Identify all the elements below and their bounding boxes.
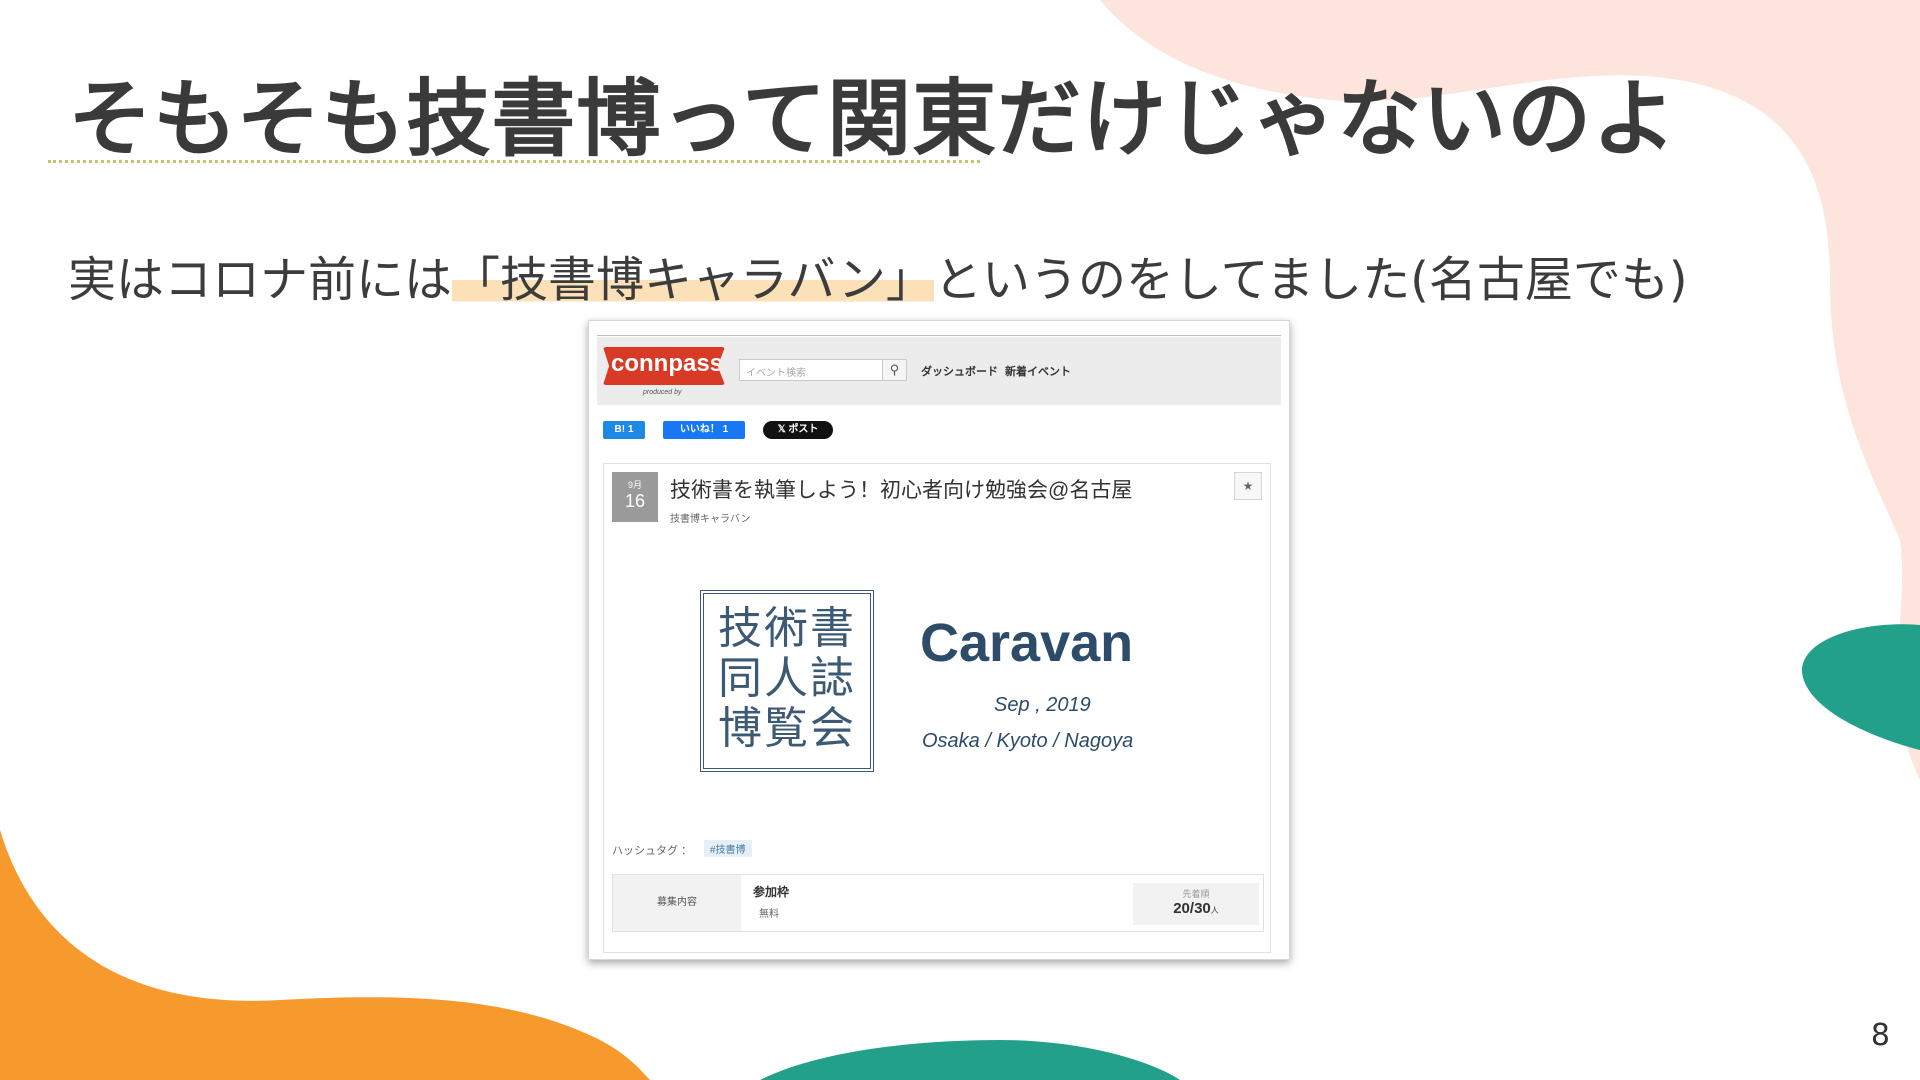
subtitle-post: というのをしてました(名古屋でも) [933,252,1688,308]
search-button[interactable]: ⚲ [883,359,907,381]
title-divider [48,160,980,163]
search-input[interactable]: イベント検索 [739,359,883,381]
event-date-badge: 9月 16 [612,472,658,522]
site-header: connpass produced by イベント検索 ⚲ ダッシュボード 新着… [597,337,1281,405]
bookmark-star-button[interactable]: ★ [1234,472,1262,500]
event-title[interactable]: 技術書を執筆しよう！初心者向け勉強会@名古屋 [670,474,1132,504]
recruit-count-box: 先着順 20/30人 [1133,883,1259,925]
recruit-count-value: 20/30 [1173,900,1211,917]
logo-row-2: 同人誌 [718,653,856,704]
recruit-name: 参加枠 [753,885,790,899]
event-month: 9月 [627,480,642,490]
connpass-logo[interactable]: connpass [603,347,725,385]
recruit-price: 無料 [759,909,779,920]
logo-subtext: produced by [643,389,682,396]
teal-blob-bottom [760,1040,1180,1080]
event-group[interactable]: 技書博キャラバン [670,510,750,525]
event-card: 9月 16 技術書を執筆しよう！初心者向け勉強会@名古屋 技書博キャラバン ★ … [603,463,1271,953]
gishohaku-logo: 技術書 同人誌 博覧会 [700,590,874,772]
slide-subtitle: 実はコロナ前には「技書博キャラバン」というのをしてました(名古屋でも) [68,240,1688,310]
hatena-bookmark-button[interactable]: B! 1 [603,421,645,439]
orange-blob [0,830,650,1080]
recruit-label: 募集内容 [613,875,741,931]
subtitle-pre: 実はコロナ前には [68,252,453,308]
nav-new-events[interactable]: 新着イベント [1005,363,1071,379]
logo-row-1: 技術書 [718,603,856,654]
subtitle-highlight: 「技書博キャラバン」 [452,252,934,308]
caravan-date: Sep , 2019 [994,694,1091,716]
recruit-table: 募集内容 参加枠 無料 先着順 20/30人 [612,874,1264,932]
caravan-title: Caravan [920,613,1134,673]
page-number: 8 [1870,1018,1890,1053]
caravan-cities: Osaka / Kyoto / Nagoya [922,730,1134,752]
screenshot-top-line [597,335,1281,336]
hashtag-link[interactable]: #技書博 [704,840,752,857]
hashtag-label: ハッシュタグ ： [612,845,693,857]
magnifier-icon: ⚲ [889,362,900,377]
facebook-like-button[interactable]: いいね！ 1 [663,421,745,439]
recruit-unit: 人 [1210,906,1219,915]
recruit-count: 20/30人 [1133,900,1259,917]
event-day: 16 [624,491,646,511]
event-screenshot: connpass produced by イベント検索 ⚲ ダッシュボード 新着… [588,320,1290,960]
x-post-button[interactable]: 𝕏 ポスト [763,421,833,439]
nav-dashboard[interactable]: ダッシュボード [921,363,998,379]
teal-blob-right [1801,624,1920,750]
star-icon: ★ [1242,479,1254,493]
logo-row-3: 博覧会 [718,703,856,754]
slide-title: そもそも技書博って関東だけじゃないのよ [68,70,1678,168]
recruit-order: 先着順 [1182,889,1210,899]
